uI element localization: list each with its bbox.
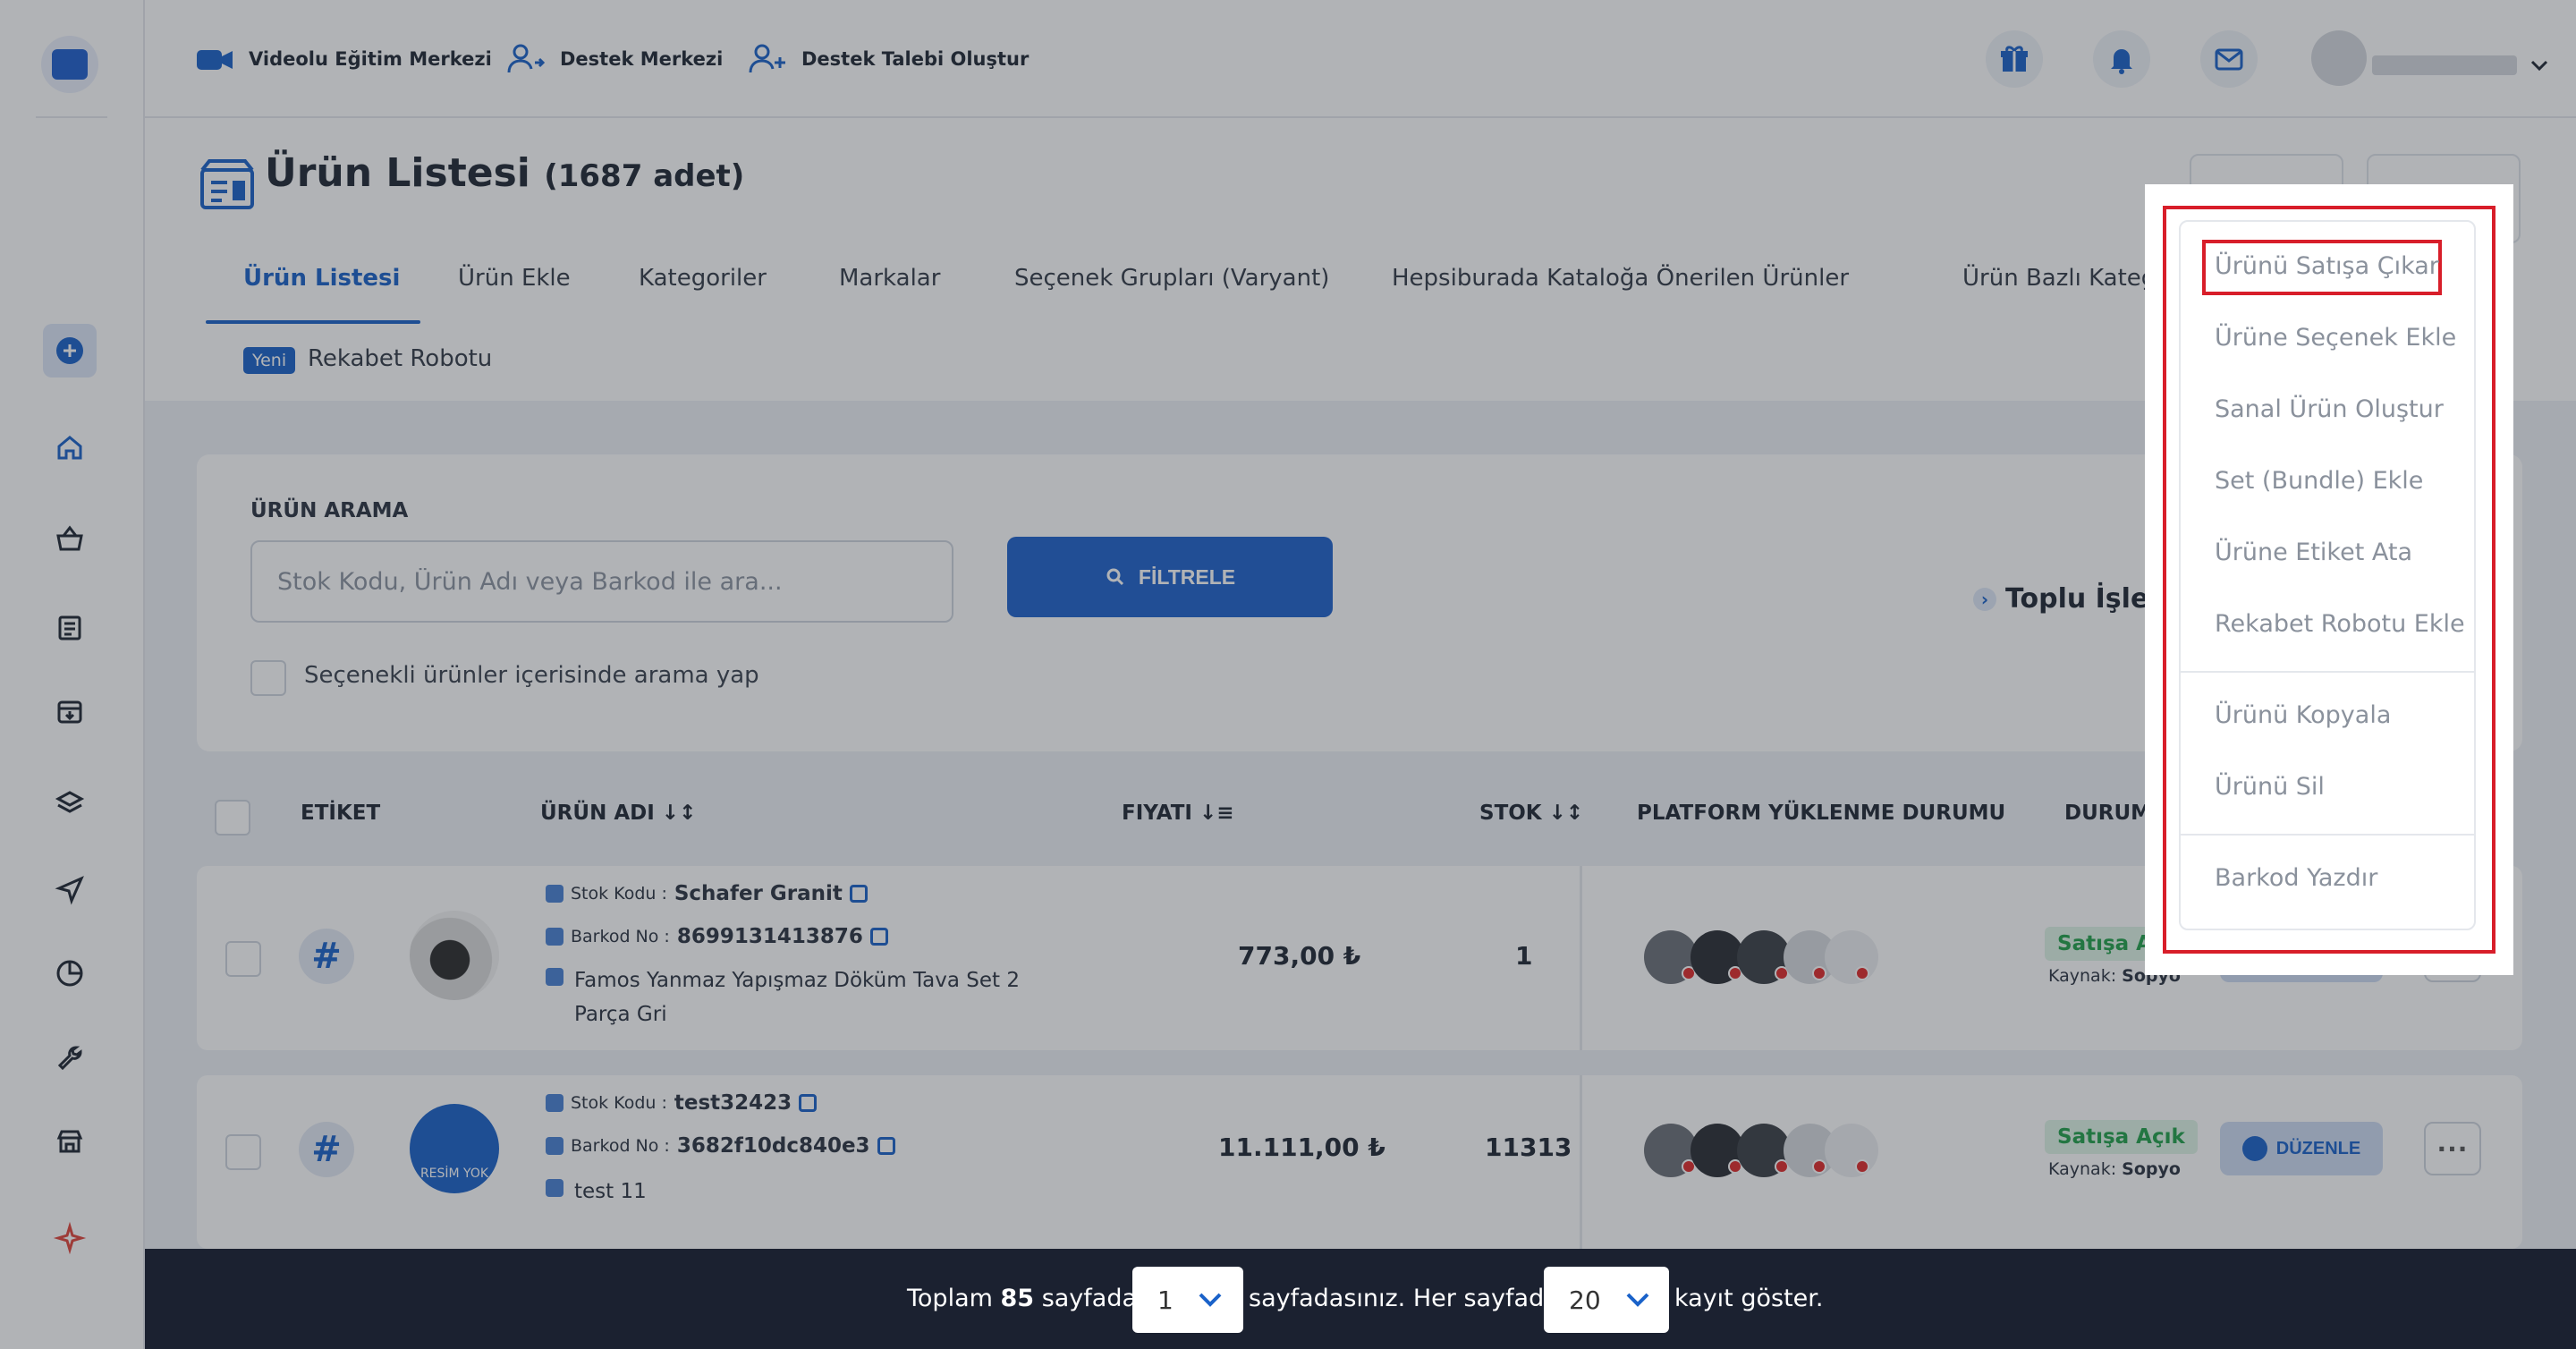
pager-text-show: kayıt göster.	[1674, 1285, 1824, 1312]
pager-text-current: sayfadasınız. Her sayfada	[1249, 1285, 1559, 1312]
menu-item-add-bundle[interactable]: Set (Bundle) Ekle	[2215, 467, 2423, 495]
menu-divider	[2181, 671, 2474, 673]
menu-item-assign-tag[interactable]: Ürüne Etiket Ata	[2215, 539, 2412, 566]
pager-text-total: Toplam 85 sayfada	[907, 1285, 1138, 1312]
menu-item-virtual-product[interactable]: Sanal Ürün Oluştur	[2215, 395, 2444, 423]
menu-item-put-on-sale[interactable]: Ürünü Satışa Çıkar	[2215, 252, 2439, 280]
menu-item-add-robot[interactable]: Rekabet Robotu Ekle	[2215, 610, 2465, 638]
menu-item-add-option[interactable]: Ürüne Seçenek Ekle	[2215, 324, 2456, 352]
current-page-select[interactable]: 1	[1132, 1267, 1243, 1333]
menu-divider	[2181, 834, 2474, 836]
chevron-down-icon	[1199, 1293, 1222, 1307]
per-page-select[interactable]: 20	[1544, 1267, 1669, 1333]
menu-item-copy-product[interactable]: Ürünü Kopyala	[2215, 701, 2391, 729]
menu-item-print-barcode[interactable]: Barkod Yazdır	[2215, 864, 2377, 892]
menu-item-delete-product[interactable]: Ürünü Sil	[2215, 773, 2325, 801]
chevron-down-icon	[1626, 1293, 1649, 1307]
